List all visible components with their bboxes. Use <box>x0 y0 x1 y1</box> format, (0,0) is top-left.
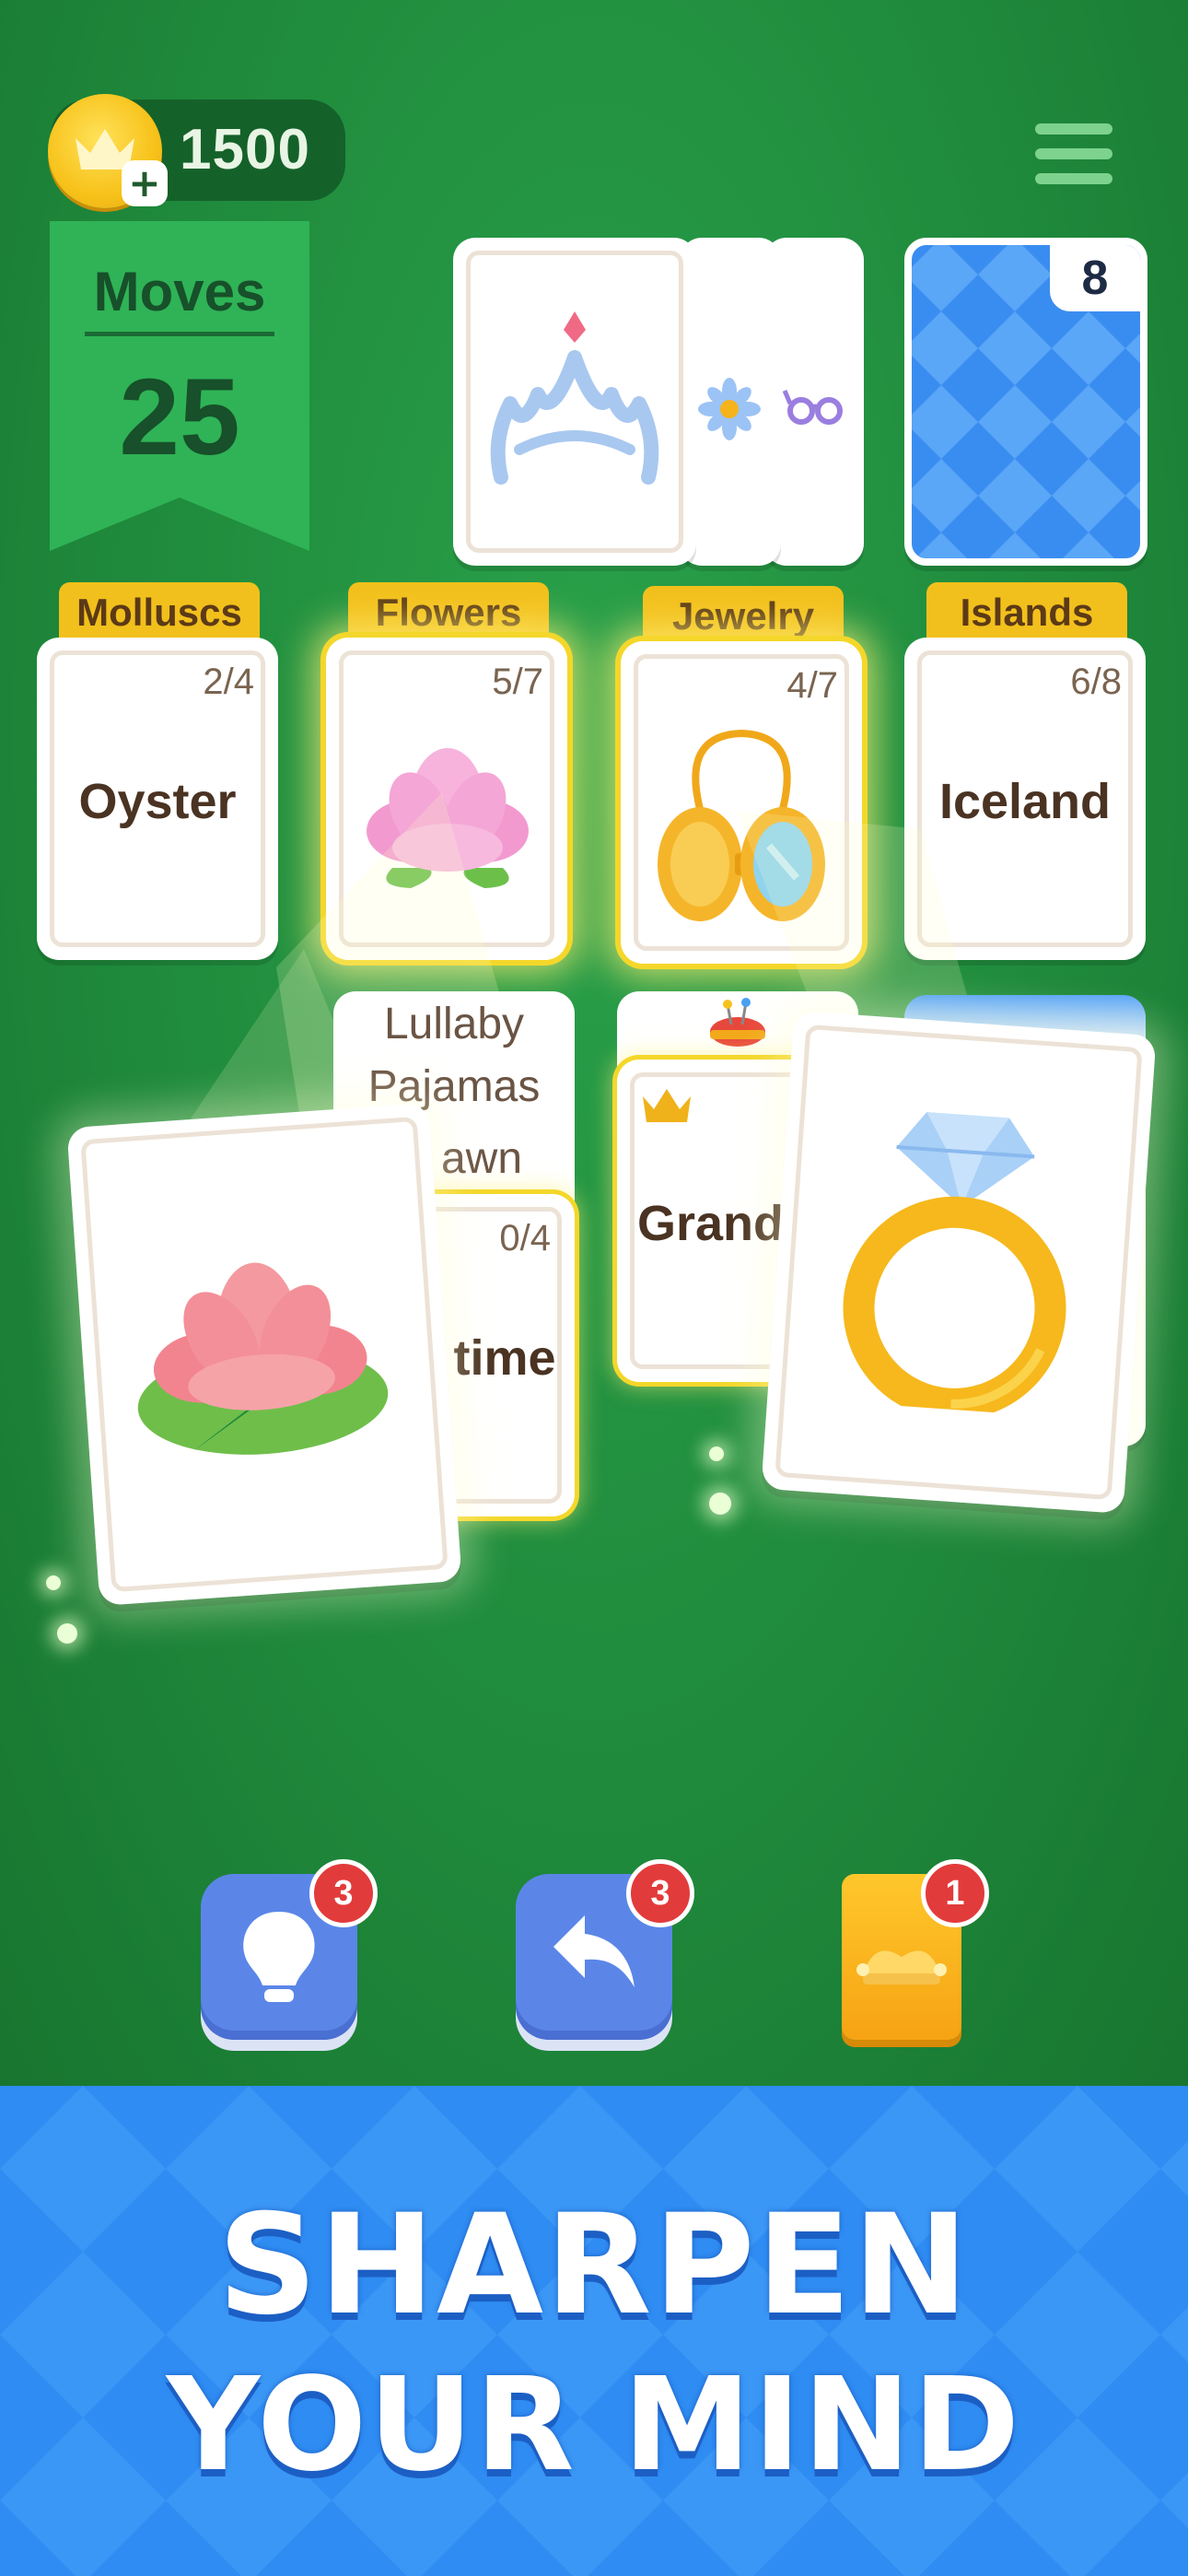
stack-word: Lullaby <box>383 1000 525 1048</box>
undo-count-badge: 3 <box>626 1859 694 1927</box>
locket-icon <box>658 729 825 921</box>
dragged-card-lotus[interactable] <box>66 1102 462 1607</box>
daisy-icon <box>698 378 761 440</box>
category-word: time <box>453 1330 556 1386</box>
promo-banner: SHARPEN YOUR MIND <box>0 2086 1188 2576</box>
dragged-card-ring[interactable] <box>761 1010 1157 1515</box>
pincushion-icon <box>710 998 765 1047</box>
jester-hat-icon <box>856 1950 947 1985</box>
banner-headline-line1: SHARPEN <box>217 2185 971 2346</box>
coin-value: 1500 <box>180 118 310 181</box>
category-progress: 0/4 <box>499 1218 551 1259</box>
sparkle <box>57 1623 77 1644</box>
crown-icon <box>643 1089 691 1122</box>
lightbulb-icon <box>243 1912 315 2002</box>
category-tag-islands: Islands <box>926 582 1127 639</box>
category-progress: 2/4 <box>203 662 254 702</box>
draw-deck[interactable]: 8 <box>904 238 1147 566</box>
category-tag-flowers: Flowers <box>348 582 549 639</box>
banner-headline-line2: YOUR MIND <box>166 2350 1022 2500</box>
sparkle <box>709 1446 724 1461</box>
joker-count-badge: 1 <box>921 1859 989 1927</box>
moves-divider <box>85 332 274 336</box>
moves-ribbon: Moves 25 <box>50 221 309 551</box>
category-progress: 5/7 <box>492 662 543 702</box>
category-word: Oyster <box>78 774 237 829</box>
category-progress: 4/7 <box>786 665 838 706</box>
hint-count-badge: 3 <box>309 1859 378 1927</box>
category-card-jewelry[interactable]: 4/7 <box>621 641 862 964</box>
tiara-icon <box>490 311 659 485</box>
lotus-icon <box>367 748 529 888</box>
water-lily-icon <box>137 1262 389 1455</box>
category-tag-molluscs: Molluscs <box>59 582 260 639</box>
moves-value: 25 <box>119 357 240 478</box>
deck-count: 8 <box>1050 245 1140 311</box>
category-card-islands[interactable]: 6/8 Iceland <box>904 638 1146 960</box>
glasses-icon <box>783 390 843 425</box>
add-coins-button[interactable]: + <box>122 160 168 206</box>
stack-word: Pajamas <box>367 1062 541 1111</box>
category-card-molluscs[interactable]: 2/4 Oyster <box>37 638 278 960</box>
diamond-ring-icon <box>843 1112 1066 1418</box>
moves-label: Moves <box>93 261 266 322</box>
category-tag-jewelry: Jewelry <box>643 586 844 643</box>
sparkle <box>46 1575 61 1590</box>
waste-top-card[interactable] <box>453 238 696 566</box>
category-card-flowers[interactable]: 5/7 <box>326 638 567 960</box>
category-progress: 6/8 <box>1070 662 1122 702</box>
game-table: 1500 + Moves 25 8 Molluscs 2/4 Oyster Fl… <box>0 0 1188 2086</box>
menu-icon[interactable] <box>1035 123 1112 184</box>
category-word: Iceland <box>938 774 1112 829</box>
sparkle <box>709 1493 731 1515</box>
undo-arrow-icon <box>553 1915 635 1987</box>
